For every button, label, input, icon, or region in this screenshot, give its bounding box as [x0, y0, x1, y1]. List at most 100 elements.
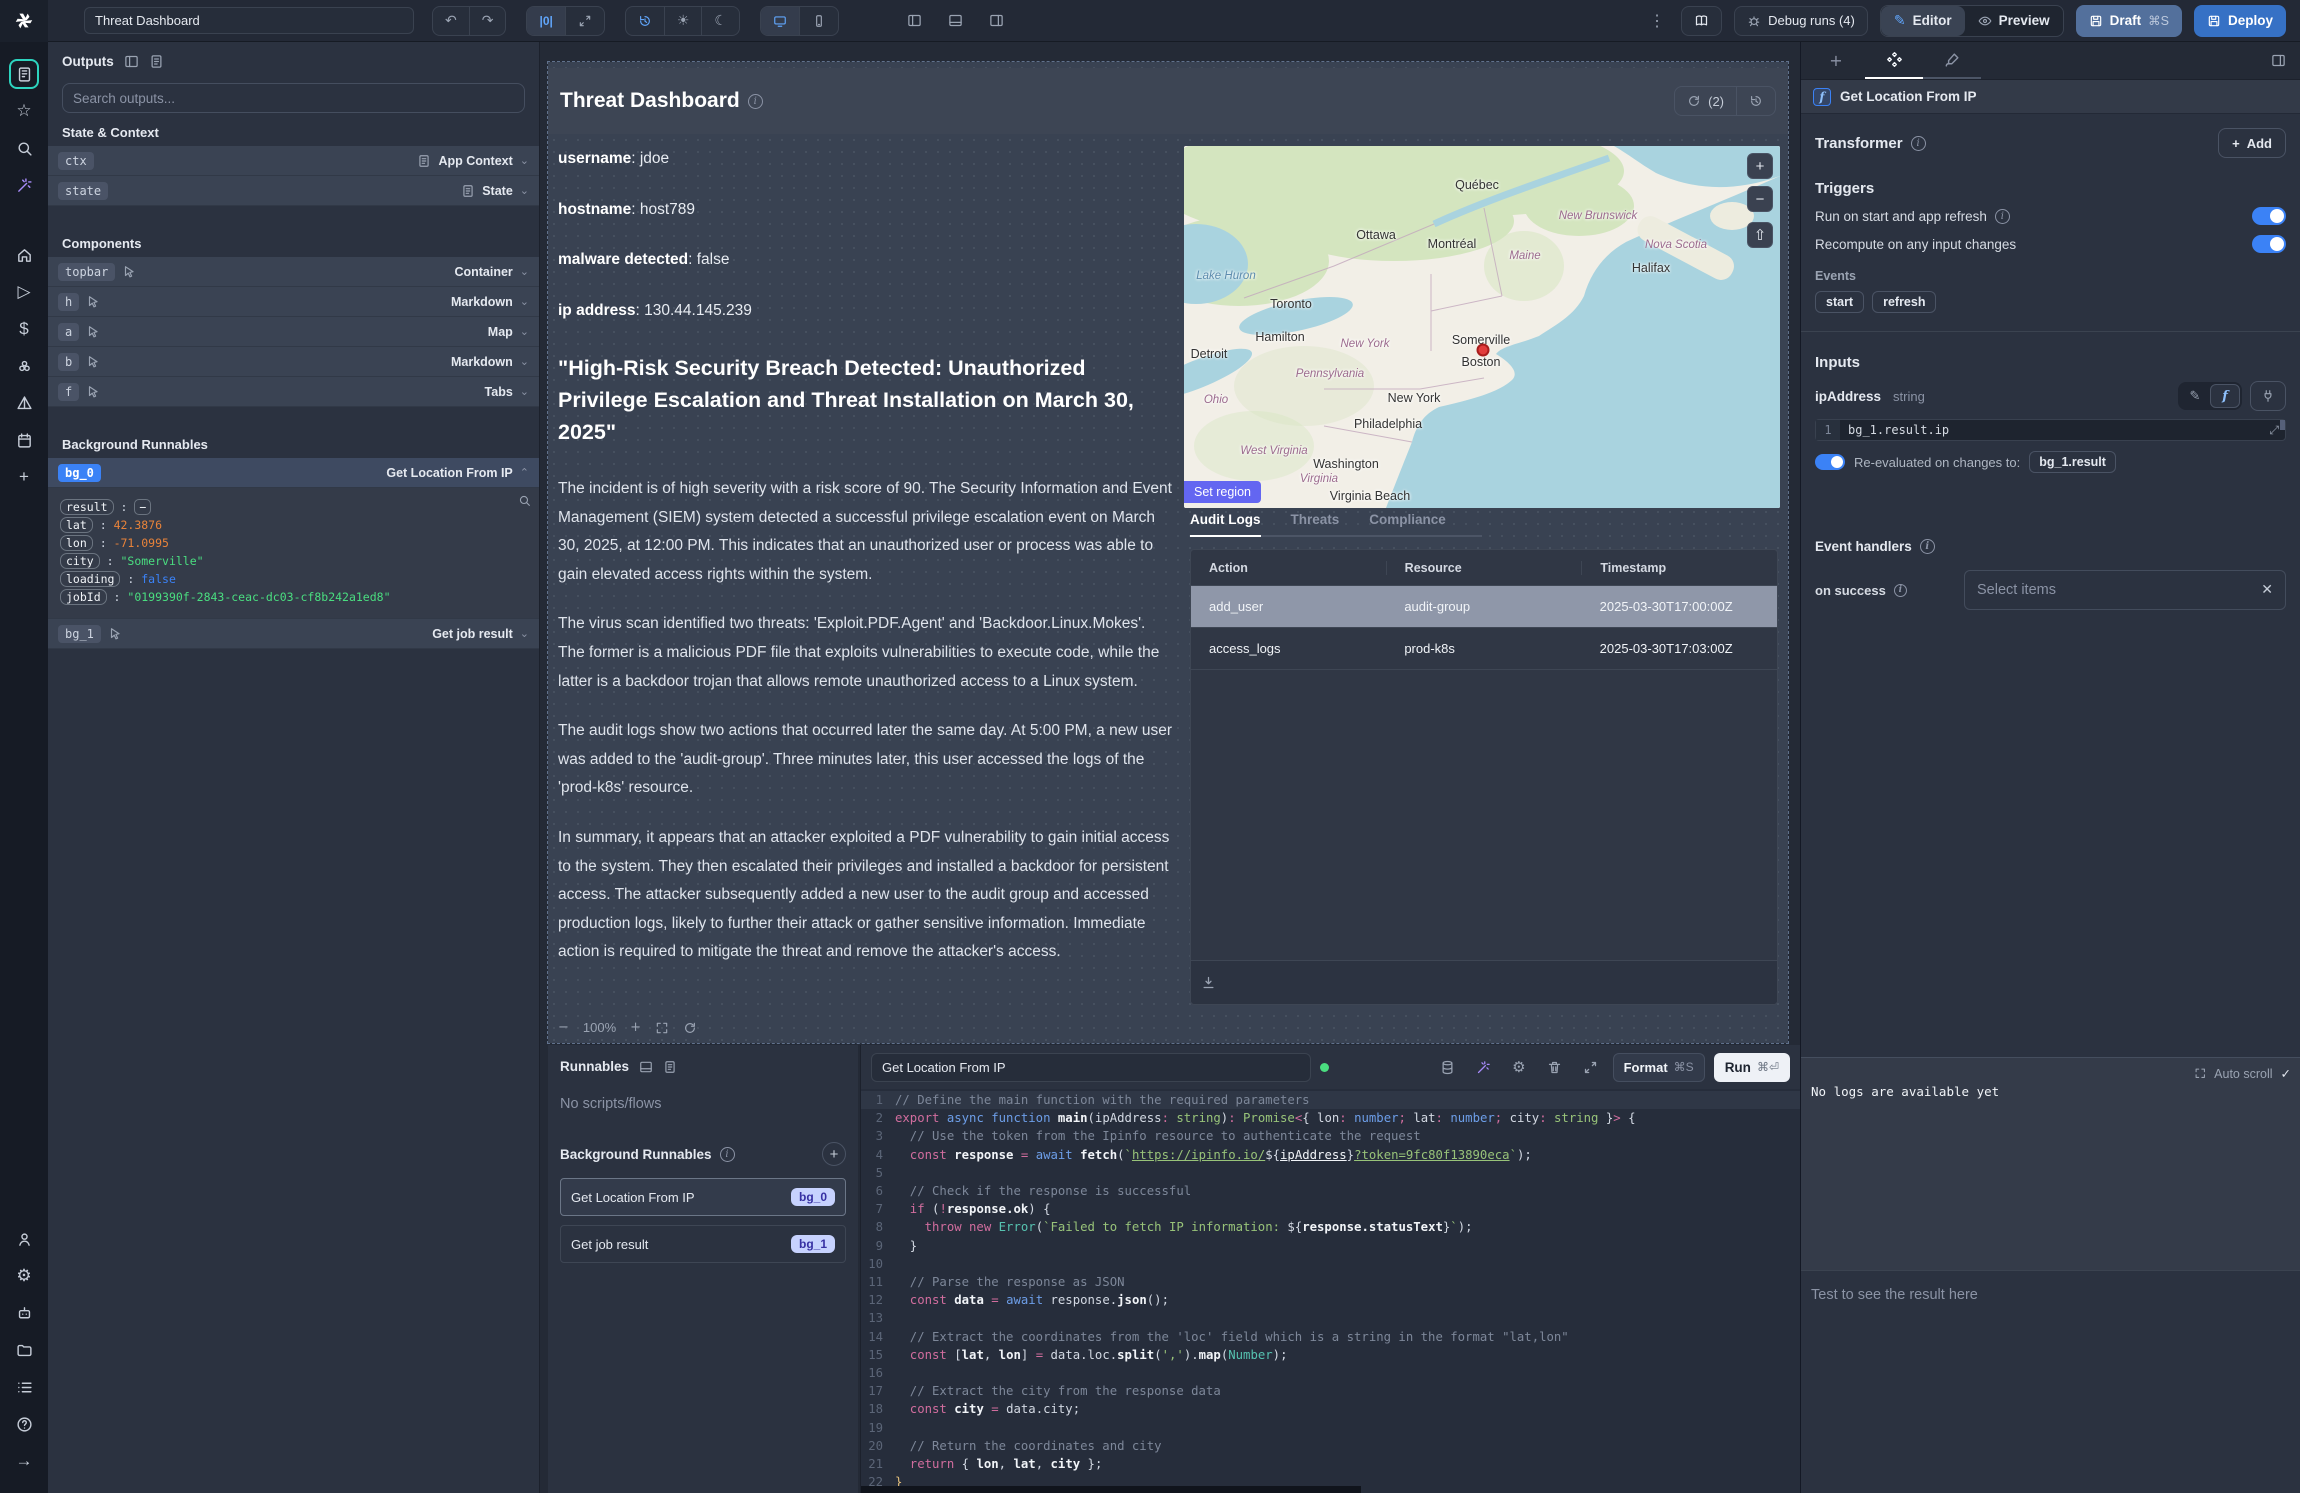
user-icon[interactable] [9, 1224, 39, 1254]
desktop-view-button[interactable] [761, 7, 799, 35]
runnable-item[interactable]: Get job resultbg_1 [560, 1225, 846, 1263]
tab-audit-logs[interactable]: Audit Logs [1190, 512, 1261, 537]
output-row-a[interactable]: aMap⌄ [48, 317, 539, 347]
static-mode-button[interactable]: ✎ [2180, 384, 2210, 408]
event-chip[interactable]: refresh [1872, 291, 1936, 313]
docs-button[interactable] [1681, 6, 1722, 36]
map-zoom-in-button[interactable]: + [1747, 153, 1773, 179]
recompute-toggle[interactable] [2252, 235, 2286, 253]
editor-tab[interactable]: ✎ Editor [1881, 6, 1965, 36]
doc-icon[interactable] [663, 1060, 677, 1074]
table-row[interactable]: add_useraudit-group2025-03-30T17:00:00Z [1191, 586, 1777, 628]
output-row-h[interactable]: hMarkdown⌄ [48, 287, 539, 317]
app-canvas[interactable]: Threat Dashboard i (2) username: jdoehos… [548, 62, 1788, 1043]
bg0-row[interactable]: bg_0 Get Location From IP⌃ [48, 458, 539, 488]
chevron-down-icon[interactable]: ⌄ [520, 325, 529, 338]
collapse-bottom-icon[interactable] [639, 1060, 653, 1074]
light-theme-button[interactable]: ☀ [665, 7, 702, 35]
magic-wand-icon[interactable] [9, 170, 39, 200]
windmill-logo[interactable] [0, 0, 48, 42]
output-row-state[interactable]: stateState⌄ [48, 176, 539, 206]
more-menu-icon[interactable]: ⋮ [1645, 11, 1669, 30]
connect-input-button[interactable] [2250, 381, 2286, 411]
toggle-right-panel-icon[interactable] [989, 13, 1004, 28]
gear-icon[interactable]: ⚙ [9, 1261, 39, 1291]
format-button[interactable]: Format⌘S [1613, 1053, 1705, 1082]
search-outputs-input[interactable]: Search outputs... [62, 83, 525, 113]
chevron-down-icon[interactable]: ⌄ [520, 184, 529, 197]
reeval-dependency-chip[interactable]: bg_1.result [2029, 451, 2116, 473]
arrow-right-icon[interactable]: → [9, 1446, 39, 1476]
toggle-left-panel-icon[interactable] [907, 13, 922, 28]
recompute-history-button[interactable] [1737, 87, 1775, 115]
output-row-f[interactable]: fTabs⌄ [48, 377, 539, 407]
expr-mode-button[interactable]: f [2210, 384, 2240, 408]
resources-icon[interactable] [9, 351, 39, 381]
set-region-button[interactable]: Set region [1184, 481, 1261, 503]
auto-scroll-label[interactable]: Auto scroll [2214, 1067, 2272, 1081]
styling-tab[interactable] [1923, 42, 1981, 79]
robot-icon[interactable] [9, 1298, 39, 1328]
on-success-select[interactable]: Select items ✕ [1964, 570, 2286, 610]
add-transformer-button[interactable]: + Add [2218, 128, 2286, 158]
collapse-node[interactable]: − [134, 499, 151, 515]
add-bg-runnable-button[interactable]: + [822, 1142, 846, 1166]
fit-view-button[interactable] [566, 7, 604, 35]
tab-compliance[interactable]: Compliance [1369, 512, 1446, 535]
zoom-out-button[interactable]: − [558, 1020, 569, 1035]
map-fit-button[interactable]: ⇧ [1747, 222, 1773, 248]
folder-icon[interactable] [9, 1335, 39, 1365]
home-icon[interactable] [9, 240, 39, 270]
dark-theme-button[interactable]: ☾ [702, 7, 739, 35]
cache-icon[interactable] [1434, 1060, 1461, 1075]
refresh-app-button[interactable]: (2) [1675, 87, 1736, 115]
expand-editor-icon[interactable] [1577, 1060, 1604, 1075]
json-search-icon[interactable] [518, 494, 531, 507]
topbar-container-component[interactable]: Threat Dashboard i (2) [548, 68, 1788, 134]
list-icon[interactable] [9, 1372, 39, 1402]
play-icon[interactable]: ▷ [9, 277, 39, 307]
event-chip[interactable]: start [1815, 291, 1864, 313]
output-row-topbar[interactable]: topbarContainer⌄ [48, 257, 539, 287]
output-row-b[interactable]: bMarkdown⌄ [48, 347, 539, 377]
column-header[interactable]: Timestamp [1581, 561, 1777, 575]
runnable-item[interactable]: Get Location From IPbg_0 [560, 1178, 846, 1216]
plus-icon[interactable]: + [9, 462, 39, 492]
bg1-row[interactable]: bg_1 Get job result⌄ [48, 619, 539, 649]
collapse-right-panel-icon[interactable] [2271, 53, 2294, 68]
calendar-icon[interactable] [9, 425, 39, 455]
toggle-bottom-panel-icon[interactable] [948, 13, 963, 28]
debug-runs-button[interactable]: Debug runs (4) [1734, 6, 1868, 36]
map-zoom-out-button[interactable]: − [1747, 186, 1773, 212]
preview-tab[interactable]: Preview [1965, 6, 2063, 36]
app-title-input[interactable]: Threat Dashboard [84, 7, 414, 34]
expand-expression-icon[interactable]: ⤢ [2269, 423, 2279, 438]
table-row[interactable]: access_logsprod-k8s2025-03-30T17:03:00Z [1191, 628, 1777, 670]
star-icon[interactable]: ☆ [9, 96, 39, 126]
run-button[interactable]: Run⌘⏎ [1714, 1053, 1790, 1082]
chevron-down-icon[interactable]: ⌄ [520, 265, 529, 278]
clear-select-icon[interactable]: ✕ [2261, 582, 2273, 598]
delete-icon[interactable] [1541, 1060, 1568, 1075]
output-row-ctx[interactable]: ctxApp Context⌄ [48, 146, 539, 176]
expand-logs-icon[interactable] [2194, 1067, 2207, 1080]
column-header[interactable]: Action [1191, 561, 1386, 575]
horizontal-scrollbar[interactable] [861, 1486, 1361, 1493]
markdown-component[interactable]: username: jdoehostname: host789malware d… [558, 150, 1174, 988]
column-header[interactable]: Resource [1386, 561, 1582, 575]
prism-icon[interactable] [9, 388, 39, 418]
chevron-down-icon[interactable]: ⌄ [520, 295, 529, 308]
chevron-down-icon[interactable]: ⌄ [520, 385, 529, 398]
deploy-button[interactable]: Deploy [2194, 5, 2286, 37]
zoom-in-button[interactable]: + [630, 1020, 641, 1035]
expression-input[interactable]: 1 bg_1.result.ip ⤢ [1815, 419, 2286, 441]
reeval-toggle[interactable] [1815, 454, 1845, 470]
app-window-icon[interactable] [9, 59, 39, 89]
ai-wand-icon[interactable] [1470, 1060, 1497, 1075]
collapse-panel-icon[interactable] [124, 54, 139, 69]
run-on-start-toggle[interactable] [2252, 207, 2286, 225]
dollar-icon[interactable]: $ [9, 314, 39, 344]
map-component[interactable]: QuébecOttawaMontréalHalifaxTorontoHamilt… [1184, 146, 1780, 508]
doc-icon[interactable] [149, 54, 164, 69]
hide-grid-button[interactable]: |0| [527, 7, 564, 35]
